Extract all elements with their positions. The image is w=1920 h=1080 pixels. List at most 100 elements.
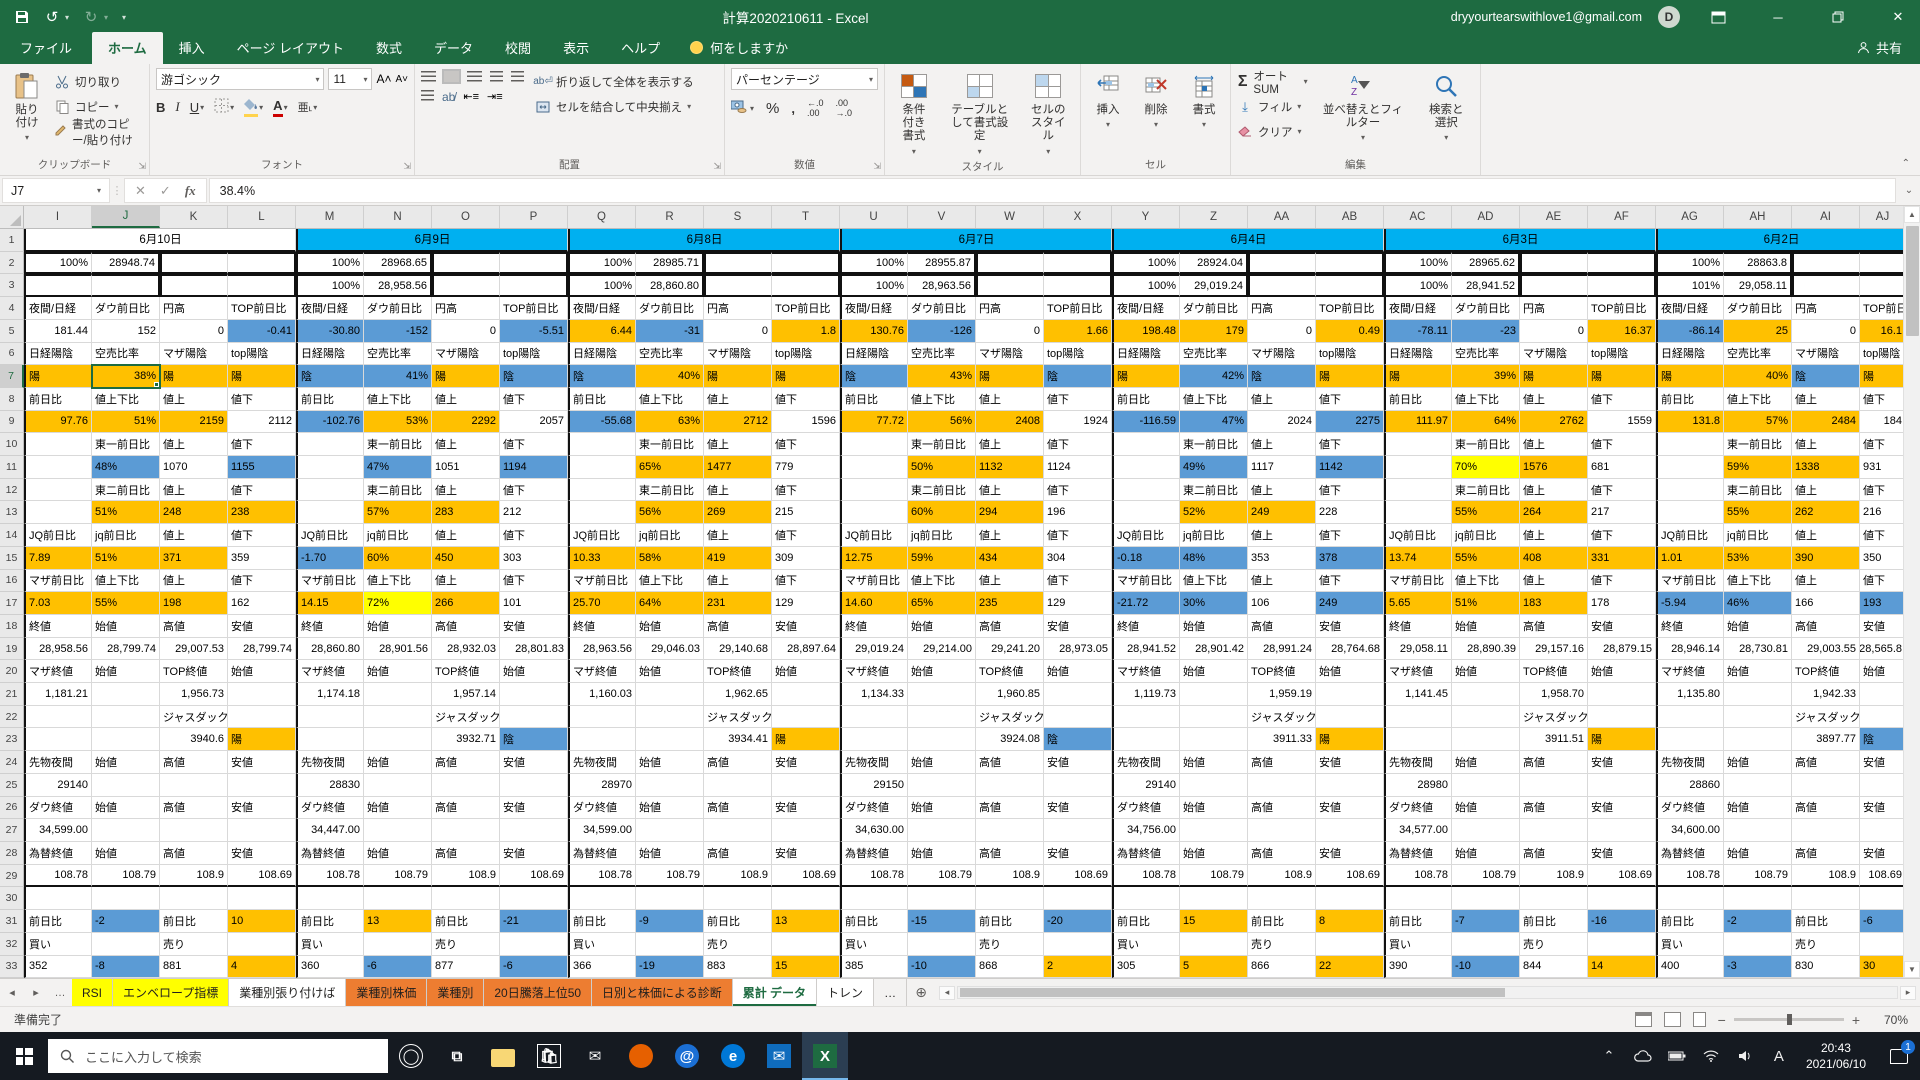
cell-g3-r28-c2[interactable]: 始値 xyxy=(636,842,704,865)
cell-g3-r11-c3[interactable]: 1477 xyxy=(704,456,772,479)
cell-g7-r21-c1[interactable]: 1,135.80 xyxy=(1656,683,1724,706)
cell-g1-r23-c3[interactable]: 3940.6 xyxy=(160,728,228,751)
orientation-icon[interactable]: ab̸ xyxy=(442,90,455,104)
cell-g2-r20-c1[interactable]: マザ終値 xyxy=(296,660,364,683)
cell-g4-r19-c4[interactable]: 28,973.05 xyxy=(1044,638,1112,661)
cell-g3-r16-c4[interactable]: 値下 xyxy=(772,570,840,593)
cell-g1-r14-c2[interactable]: jq前日比 xyxy=(92,524,160,547)
cell-g4-r3-c1[interactable]: 100% xyxy=(840,274,908,297)
cell-g1-r9-c4[interactable]: 2112 xyxy=(228,411,296,434)
cell-g4-r5-c2[interactable]: -126 xyxy=(908,320,976,343)
cell-g1-r13-c1[interactable] xyxy=(24,501,92,524)
cell-g5-r31-c3[interactable]: 前日比 xyxy=(1248,910,1316,933)
cell-g3-r11-c1[interactable] xyxy=(568,456,636,479)
cell-g3-r20-c3[interactable]: TOP終値 xyxy=(704,660,772,683)
cell-g6-r25-c2[interactable] xyxy=(1452,774,1520,797)
cell-g1-r26-c4[interactable]: 安値 xyxy=(228,797,296,820)
cell-g5-r28-c4[interactable]: 安値 xyxy=(1316,842,1384,865)
cell-g3-r11-c4[interactable]: 779 xyxy=(772,456,840,479)
cell-g2-r29-c3[interactable]: 108.9 xyxy=(432,865,500,888)
cell-g2-r32-c2[interactable] xyxy=(364,933,432,956)
cell-g2-r5-c3[interactable]: 0 xyxy=(432,320,500,343)
cell-g7-r10-c4[interactable]: 値下 xyxy=(1860,433,1906,456)
cell-g2-r33-c1[interactable]: 360 xyxy=(296,956,364,979)
cell-g3-r26-c2[interactable]: 始値 xyxy=(636,797,704,820)
cell-g1-r20-c2[interactable]: 始値 xyxy=(92,660,160,683)
cell-g6-r21-c4[interactable] xyxy=(1588,683,1656,706)
cell-g6-r6-c1[interactable]: 日経陽陰 xyxy=(1384,343,1452,366)
cell-g6-r3-c2[interactable]: 28,941.52 xyxy=(1452,274,1520,297)
cell-g5-r2-c3[interactable] xyxy=(1248,252,1316,275)
cell-g1-r3-c3[interactable] xyxy=(160,274,228,297)
cell-g6-r4-c1[interactable]: 夜間/日経 xyxy=(1384,297,1452,320)
cell-g3-r23-c3[interactable]: 3934.41 xyxy=(704,728,772,751)
cell-g6-r17-c4[interactable]: 178 xyxy=(1588,592,1656,615)
row-header-32[interactable]: 32 xyxy=(0,933,24,956)
cell-g6-r31-c4[interactable]: -16 xyxy=(1588,910,1656,933)
cell-g5-r8-c2[interactable]: 値上下比 xyxy=(1180,388,1248,411)
cell-g2-r27-c3[interactable] xyxy=(432,819,500,842)
cell-g5-r26-c1[interactable]: ダウ終値 xyxy=(1112,797,1180,820)
cell-g6-r27-c1[interactable]: 34,577.00 xyxy=(1384,819,1452,842)
cell-g1-r21-c2[interactable] xyxy=(92,683,160,706)
cell-g3-r17-c4[interactable]: 129 xyxy=(772,592,840,615)
cell-g2-r7-c3[interactable]: 陽 xyxy=(432,365,500,388)
cell-g4-r12-c1[interactable] xyxy=(840,479,908,502)
borders-dropdown-icon[interactable]: ▾ xyxy=(230,103,234,112)
cell-g2-r6-c3[interactable]: マザ陽陰 xyxy=(432,343,500,366)
cell-g7-r7-c2[interactable]: 40% xyxy=(1724,365,1792,388)
cell-g7-r32-c4[interactable] xyxy=(1860,933,1906,956)
cell-g5-r6-c4[interactable]: top陽陰 xyxy=(1316,343,1384,366)
cell-g2-r9-c1[interactable]: -102.76 xyxy=(296,411,364,434)
cell-g7-r31-c1[interactable]: 前日比 xyxy=(1656,910,1724,933)
cell-g4-r13-c2[interactable]: 60% xyxy=(908,501,976,524)
cell-g2-r18-c3[interactable]: 高値 xyxy=(432,615,500,638)
cell-g2-r16-c3[interactable]: 値上 xyxy=(432,570,500,593)
cell-g3-r28-c3[interactable]: 高値 xyxy=(704,842,772,865)
taskbar-search[interactable]: ここに入力して検索 xyxy=(48,1039,388,1073)
cell-g5-r8-c4[interactable]: 値下 xyxy=(1316,388,1384,411)
cell-g2-r11-c3[interactable]: 1051 xyxy=(432,456,500,479)
cell-g4-r18-c4[interactable]: 安値 xyxy=(1044,615,1112,638)
font-name-select[interactable]: 游ゴシック▾ xyxy=(156,68,324,90)
cell-g1-r19-c3[interactable]: 29,007.53 xyxy=(160,638,228,661)
cell-g3-r33-c2[interactable]: -19 xyxy=(636,956,704,979)
zoom-out-icon[interactable]: − xyxy=(1718,1012,1726,1028)
cell-g2-r13-c3[interactable]: 283 xyxy=(432,501,500,524)
cell-g7-r23-c4[interactable]: 陰 xyxy=(1860,728,1906,751)
cell-g4-r20-c2[interactable]: 始値 xyxy=(908,660,976,683)
cell-g1-r4-c2[interactable]: ダウ前日比 xyxy=(92,297,160,320)
cell-g4-r31-c2[interactable]: -15 xyxy=(908,910,976,933)
cell-g5-r3-c1[interactable]: 100% xyxy=(1112,274,1180,297)
cell-g3-r16-c2[interactable]: 値上下比 xyxy=(636,570,704,593)
cell-g7-r24-c3[interactable]: 高値 xyxy=(1792,751,1860,774)
cell-g6-r27-c4[interactable] xyxy=(1588,819,1656,842)
cell-g6-r16-c3[interactable]: 値上 xyxy=(1520,570,1588,593)
increase-font-icon[interactable]: A˄ xyxy=(376,72,391,86)
cell-g7-r8-c4[interactable]: 値下 xyxy=(1860,388,1906,411)
cell-g4-r33-c4[interactable]: 2 xyxy=(1044,956,1112,979)
cell-g2-r15-c2[interactable]: 60% xyxy=(364,547,432,570)
cell-g7-r3-c2[interactable]: 29,058.11 xyxy=(1724,274,1792,297)
cell-g5-r4-c4[interactable]: TOP前日比 xyxy=(1316,297,1384,320)
cell-g5-r16-c1[interactable]: マザ前日比 xyxy=(1112,570,1180,593)
cell-g2-r29-c2[interactable]: 108.79 xyxy=(364,865,432,888)
currency-icon[interactable] xyxy=(731,100,747,116)
cell-g5-r15-c2[interactable]: 48% xyxy=(1180,547,1248,570)
cell-g2-r8-c4[interactable]: 値下 xyxy=(500,388,568,411)
cell-g7-r32-c2[interactable] xyxy=(1724,933,1792,956)
cell-g1-r12-c1[interactable] xyxy=(24,479,92,502)
cell-g5-r15-c4[interactable]: 378 xyxy=(1316,547,1384,570)
enter-entry-icon[interactable]: ✓ xyxy=(160,183,171,199)
cell-g2-r3-c1[interactable]: 100% xyxy=(296,274,364,297)
cell-g3-r17-c3[interactable]: 231 xyxy=(704,592,772,615)
cell-g3-r30-c2[interactable] xyxy=(636,887,704,910)
cell-g4-r23-c3[interactable]: 3924.08 xyxy=(976,728,1044,751)
cell-g5-r9-c4[interactable]: 2275 xyxy=(1316,411,1384,434)
cell-g1-r33-c1[interactable]: 352 xyxy=(24,956,92,979)
cell-g3-r20-c4[interactable]: 始値 xyxy=(772,660,840,683)
cell-g1-r30-c1[interactable] xyxy=(24,887,92,910)
cell-g1-r19-c1[interactable]: 28,958.56 xyxy=(24,638,92,661)
cell-g6-r6-c3[interactable]: マザ陽陰 xyxy=(1520,343,1588,366)
cell-g1-r19-c2[interactable]: 28,799.74 xyxy=(92,638,160,661)
